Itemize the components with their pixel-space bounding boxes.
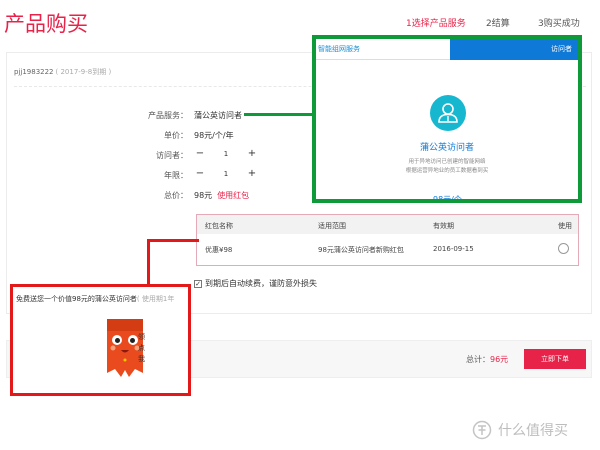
visitors-minus-button[interactable]: − (194, 147, 206, 161)
visitors-quantity[interactable]: 1 (206, 147, 246, 161)
hongbao-scope: 98元蒲公英访问者新购红包 (318, 246, 404, 254)
claim-me-text[interactable]: 领 点 我 (137, 332, 146, 365)
watermark: 什么值得买 (472, 420, 568, 440)
red-connector-line-vertical (147, 239, 150, 284)
total-value: 98元 (194, 191, 213, 200)
auto-renew-option[interactable]: ✓ 到期后自动续费，谨防意外损失 (194, 278, 317, 289)
visitors-label: 访问者： (156, 151, 188, 160)
watermark-text: 什么值得买 (498, 423, 568, 439)
total-label: 总价： (164, 191, 188, 200)
service-popup-desc-line1: 用于异地访问已创建的智能网络 (408, 159, 486, 165)
claim-char-2: 点 (138, 344, 145, 352)
free-hongbao-message: 免费送您一个价值98元的蒲公英访问者 (16, 295, 137, 303)
hongbao-name: 优惠¥98 (205, 246, 233, 254)
unit-price-label: 单价： (164, 131, 188, 140)
col-header-use: 使用 (558, 222, 572, 230)
free-hongbao-text: 免费送您一个价值98元的蒲公英访问者( 使用期1年 (16, 294, 188, 304)
total-value-row: 98元 使用红包 (194, 190, 249, 201)
order-id-value: pjj1983222 (14, 68, 54, 76)
step-select-service: 1选择产品服务 (406, 19, 466, 29)
place-order-button[interactable]: 立即下单 (524, 349, 586, 369)
free-hongbao-validity: ( 使用期1年 (136, 295, 175, 303)
col-header-scope: 适用范围 (318, 222, 346, 230)
hongbao-table-header: 红包名称 适用范围 有效期 使用 (197, 215, 578, 234)
tab-visitor[interactable]: 访问者 (450, 39, 578, 60)
visitors-plus-button[interactable]: + (246, 147, 258, 161)
visitors-stepper[interactable]: − 1 + (194, 147, 258, 161)
step-checkout: 2结算 (486, 19, 510, 29)
footer-total-label: 总计： (466, 355, 490, 364)
col-header-expiry: 有效期 (433, 222, 454, 230)
order-id: pjj1983222( 2017-9-8到期 ) (14, 67, 111, 77)
visitor-user-icon (430, 95, 466, 131)
col-header-name: 红包名称 (205, 222, 233, 230)
footer-total-value: 96元 (490, 355, 509, 364)
years-plus-button[interactable]: + (246, 167, 258, 181)
page-title: 产品购买 (4, 12, 88, 36)
use-hongbao-link[interactable]: 使用红包 (217, 191, 249, 200)
unit-price-value: 98元/个/年 (194, 131, 234, 140)
auto-renew-label: 到期后自动续费，谨防意外损失 (205, 279, 317, 288)
service-popup-description: 用于异地访问已创建的智能网络 根据运营异地业的员工数据看到买 (316, 158, 578, 176)
watermark-logo-icon (472, 420, 492, 440)
service-popup-tabs: 智能组网服务 访问者 (316, 39, 578, 60)
footer-total: 总计：96元 (466, 354, 508, 365)
tab-network-service[interactable]: 智能组网服务 (316, 39, 450, 60)
red-connector-line-horizontal (147, 239, 199, 242)
green-connector-line (244, 113, 314, 116)
claim-char-1: 领 (138, 333, 145, 341)
step-success: 3购买成功 (538, 19, 580, 29)
service-popup-highlight: 智能组网服务 访问者 蒲公英访问者 用于异地访问已创建的智能网络 根据运营异地业… (312, 35, 582, 203)
claim-char-3: 我 (138, 355, 145, 363)
auto-renew-checkbox[interactable]: ✓ (194, 279, 202, 288)
years-stepper[interactable]: − 1 + (194, 167, 258, 181)
hongbao-table: 红包名称 适用范围 有效期 使用 优惠¥98 98元蒲公英访问者新购红包 201… (196, 214, 579, 266)
hongbao-expiry: 2016-09-15 (433, 245, 474, 253)
order-expiry-date: ( 2017-9-8到期 ) (55, 68, 112, 76)
years-quantity[interactable]: 1 (206, 167, 246, 181)
free-hongbao-popup[interactable]: 免费送您一个价值98元的蒲公英访问者( 使用期1年 领 点 我 (10, 284, 191, 396)
hongbao-select-radio[interactable] (558, 243, 569, 254)
service-popup-desc-line2: 根据运营异地业的员工数据看到买 (405, 168, 489, 174)
years-minus-button[interactable]: − (194, 167, 206, 181)
service-popup-price: 98元/个 (433, 195, 462, 203)
service-popup-title: 蒲公英访问者 (419, 143, 474, 153)
product-label: 产品服务： (148, 111, 188, 120)
years-label: 年限： (164, 171, 188, 180)
product-value: 蒲公英访问者 (194, 111, 242, 120)
